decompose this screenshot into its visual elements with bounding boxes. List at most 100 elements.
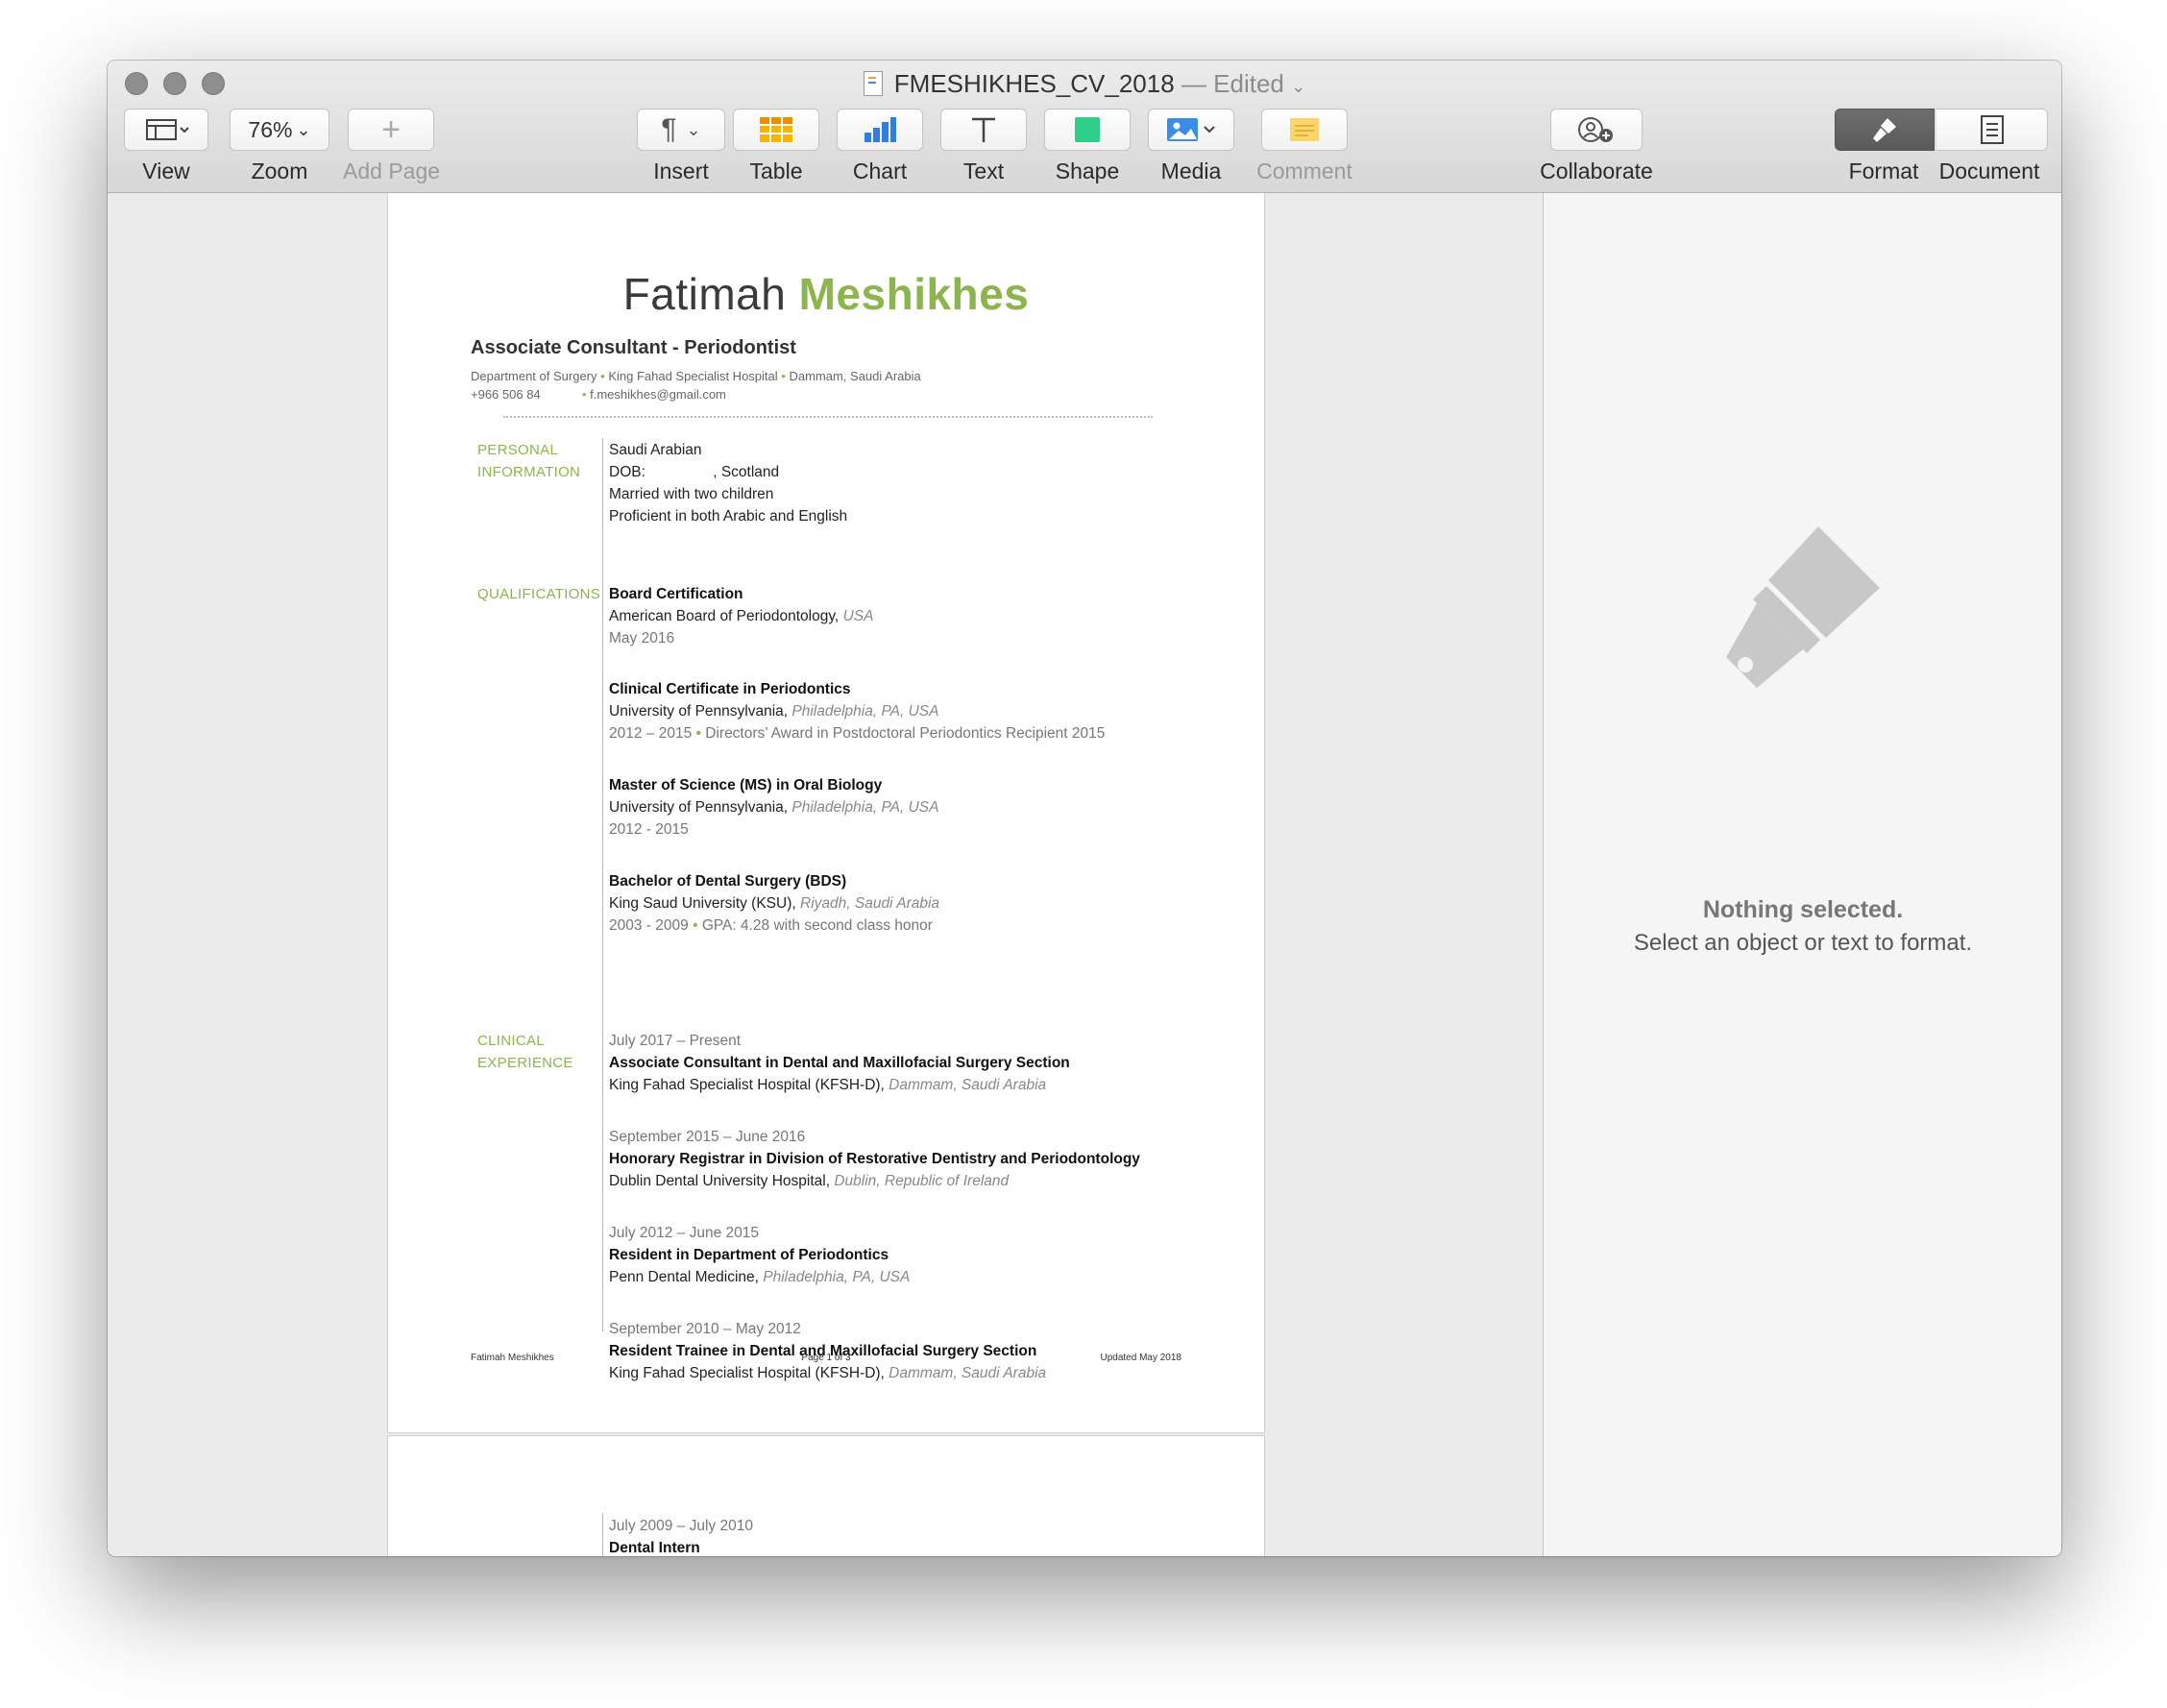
qualification-date: May 2016: [609, 630, 675, 647]
page-1[interactable]: Fatimah Meshikhes Associate Consultant -…: [388, 193, 1264, 1432]
experience-item[interactable]: July 2012 – June 2015 Resident in Depart…: [609, 1222, 910, 1288]
zoom-value: 76%: [248, 116, 293, 142]
nothing-selected-heading: Nothing selected.: [1702, 896, 1904, 923]
inspector-segment: Format Document: [1834, 109, 2049, 184]
experience-title: Honorary Registrar in Division of Restor…: [609, 1151, 1140, 1167]
qualification-title: Bachelor of Dental Surgery (BDS): [609, 873, 847, 890]
text-button[interactable]: [940, 109, 1027, 151]
dob-label: DOB:: [609, 464, 650, 480]
qualification-org: American Board of Periodontology,: [609, 608, 840, 624]
personal-info-block[interactable]: Saudi Arabian DOB: , Scotland Married wi…: [609, 439, 847, 527]
media-label: Media: [1160, 159, 1222, 183]
bullet-dot: •: [600, 369, 605, 383]
document-tab[interactable]: [1936, 109, 2048, 151]
document-canvas[interactable]: Fatimah Meshikhes Associate Consultant -…: [108, 193, 1542, 1556]
marital-status: Married with two children: [609, 486, 774, 502]
chart-button[interactable]: [837, 109, 923, 151]
format-tab[interactable]: [1835, 109, 1935, 151]
cv-name[interactable]: Fatimah Meshikhes: [388, 268, 1264, 320]
table-button[interactable]: [733, 109, 819, 151]
table-icon: [760, 117, 792, 142]
insert-label: Insert: [653, 159, 709, 183]
media-button[interactable]: [1148, 109, 1234, 151]
experience-org-line: King Fahad Specialist Hospital (KFSH-D),…: [609, 1074, 1070, 1096]
experience-date: July 2009 – July 2010: [609, 1518, 753, 1534]
contact-phone: +966 506 84: [471, 387, 541, 402]
experience-item[interactable]: July 2017 – Present Associate Consultant…: [609, 1030, 1070, 1096]
section-vertical-rule: [602, 1513, 603, 1556]
add-person-icon: [1578, 117, 1613, 142]
contact-line-1[interactable]: Department of Surgery • King Fahad Speci…: [471, 369, 921, 383]
zoom-dropdown[interactable]: 76% ⌄: [230, 109, 329, 151]
shape-square-icon: [1075, 117, 1100, 142]
view-control: View: [123, 109, 209, 184]
qualification-date-line: 2003 - 2009 • GPA: 4.28 with second clas…: [609, 915, 939, 937]
inspector-tabs: [1834, 109, 2049, 151]
insert-button[interactable]: ¶ ⌄: [637, 109, 725, 151]
qualification-item[interactable]: Bachelor of Dental Surgery (BDS) King Sa…: [609, 870, 939, 937]
section-label-experience: CLINICAL EXPERIENCE: [477, 1030, 573, 1074]
text-box-icon: [972, 117, 995, 142]
inspector-labels: Format Document: [1834, 159, 2049, 184]
qualification-org-line: University of Pennsylvania, Philadelphia…: [609, 796, 938, 818]
toolbar: FMESHIKHES_CV_2018 — Edited ⌄ View 76% ⌄: [108, 61, 2061, 193]
qualification-place: USA: [842, 608, 874, 624]
experience-item[interactable]: September 2015 – June 2016 Honorary Regi…: [609, 1126, 1140, 1192]
qualification-title: Board Certification: [609, 586, 743, 602]
experience-place: Philadelphia, PA, USA: [763, 1269, 911, 1285]
cv-subtitle[interactable]: Associate Consultant - Periodontist: [471, 337, 796, 359]
document-title[interactable]: FMESHIKHES_CV_2018: [894, 69, 1175, 98]
experience-date: July 2017 – Present: [609, 1033, 742, 1049]
languages: Proficient in both Arabic and English: [609, 508, 848, 525]
section-label-personal: PERSONAL INFORMATION: [477, 439, 580, 483]
table-label: Table: [749, 159, 803, 183]
experience-date: July 2012 – June 2015: [609, 1225, 759, 1241]
view-button[interactable]: [124, 109, 208, 151]
experience-item[interactable]: July 2009 – July 2010 Dental Intern: [609, 1515, 753, 1556]
bullet-dot: •: [581, 387, 587, 402]
qualification-item[interactable]: Master of Science (MS) in Oral Biology U…: [609, 774, 938, 841]
qualification-item[interactable]: Board Certification American Board of Pe…: [609, 583, 873, 649]
qualification-org-line: University of Pennsylvania, Philadelphia…: [609, 700, 1105, 722]
document-icon: [1980, 115, 2004, 144]
bar-chart-icon: [864, 117, 896, 142]
experience-label-line2: EXPERIENCE: [477, 1055, 573, 1071]
bullet-dot: •: [695, 725, 701, 742]
nationality: Saudi Arabian: [609, 442, 702, 458]
nothing-selected-hint: Select an object or text to format.: [1633, 930, 1973, 956]
format-label: Format: [1848, 159, 1919, 183]
comment-note-icon: [1290, 118, 1319, 141]
chart-label: Chart: [852, 159, 908, 183]
text-label: Text: [962, 159, 1005, 183]
experience-item[interactable]: September 2010 – May 2012 Resident Train…: [609, 1318, 1046, 1384]
shape-button[interactable]: [1044, 109, 1131, 151]
comment-button[interactable]: [1261, 109, 1348, 151]
chart-control: Chart: [832, 109, 928, 184]
qualification-org: University of Pennsylvania,: [609, 703, 789, 720]
format-inspector: Nothing selected. Select an object or te…: [1543, 193, 2061, 1556]
add-page-button[interactable]: +: [348, 109, 434, 151]
experience-org: King Fahad Specialist Hospital (KFSH-D),: [609, 1365, 885, 1381]
personal-label-line1: PERSONAL: [477, 442, 559, 458]
chevron-down-icon: ⌄: [296, 119, 311, 139]
page-2[interactable]: July 2009 – July 2010 Dental Intern: [388, 1436, 1264, 1556]
cv-last-name: Meshikhes: [798, 269, 1030, 319]
comment-label: Comment: [1256, 159, 1352, 183]
contact-department: Department of Surgery: [471, 369, 597, 383]
experience-org: King Fahad Specialist Hospital (KFSH-D),: [609, 1077, 885, 1093]
qualification-item[interactable]: Clinical Certificate in Periodontics Uni…: [609, 678, 1105, 744]
collaborate-button[interactable]: [1550, 109, 1643, 151]
contact-line-2[interactable]: +966 506 84 • f.meshikhes@gmail.com: [471, 387, 726, 402]
zoom-label: Zoom: [251, 159, 308, 183]
edited-status[interactable]: Edited: [1213, 69, 1284, 98]
experience-org: Penn Dental Medicine,: [609, 1269, 759, 1285]
qualification-place: Riyadh, Saudi Arabia: [800, 895, 940, 912]
qualification-title: Master of Science (MS) in Oral Biology: [609, 777, 883, 793]
qualification-place: Philadelphia, PA, USA: [791, 703, 939, 720]
dotted-divider: [503, 416, 1153, 418]
text-control: Text: [936, 109, 1032, 184]
insert-control: ¶ ⌄ Insert: [623, 109, 739, 184]
chevron-down-icon[interactable]: ⌄: [1291, 77, 1305, 96]
paragraph-icon: ¶: [661, 113, 677, 145]
photo-icon: [1167, 118, 1215, 141]
